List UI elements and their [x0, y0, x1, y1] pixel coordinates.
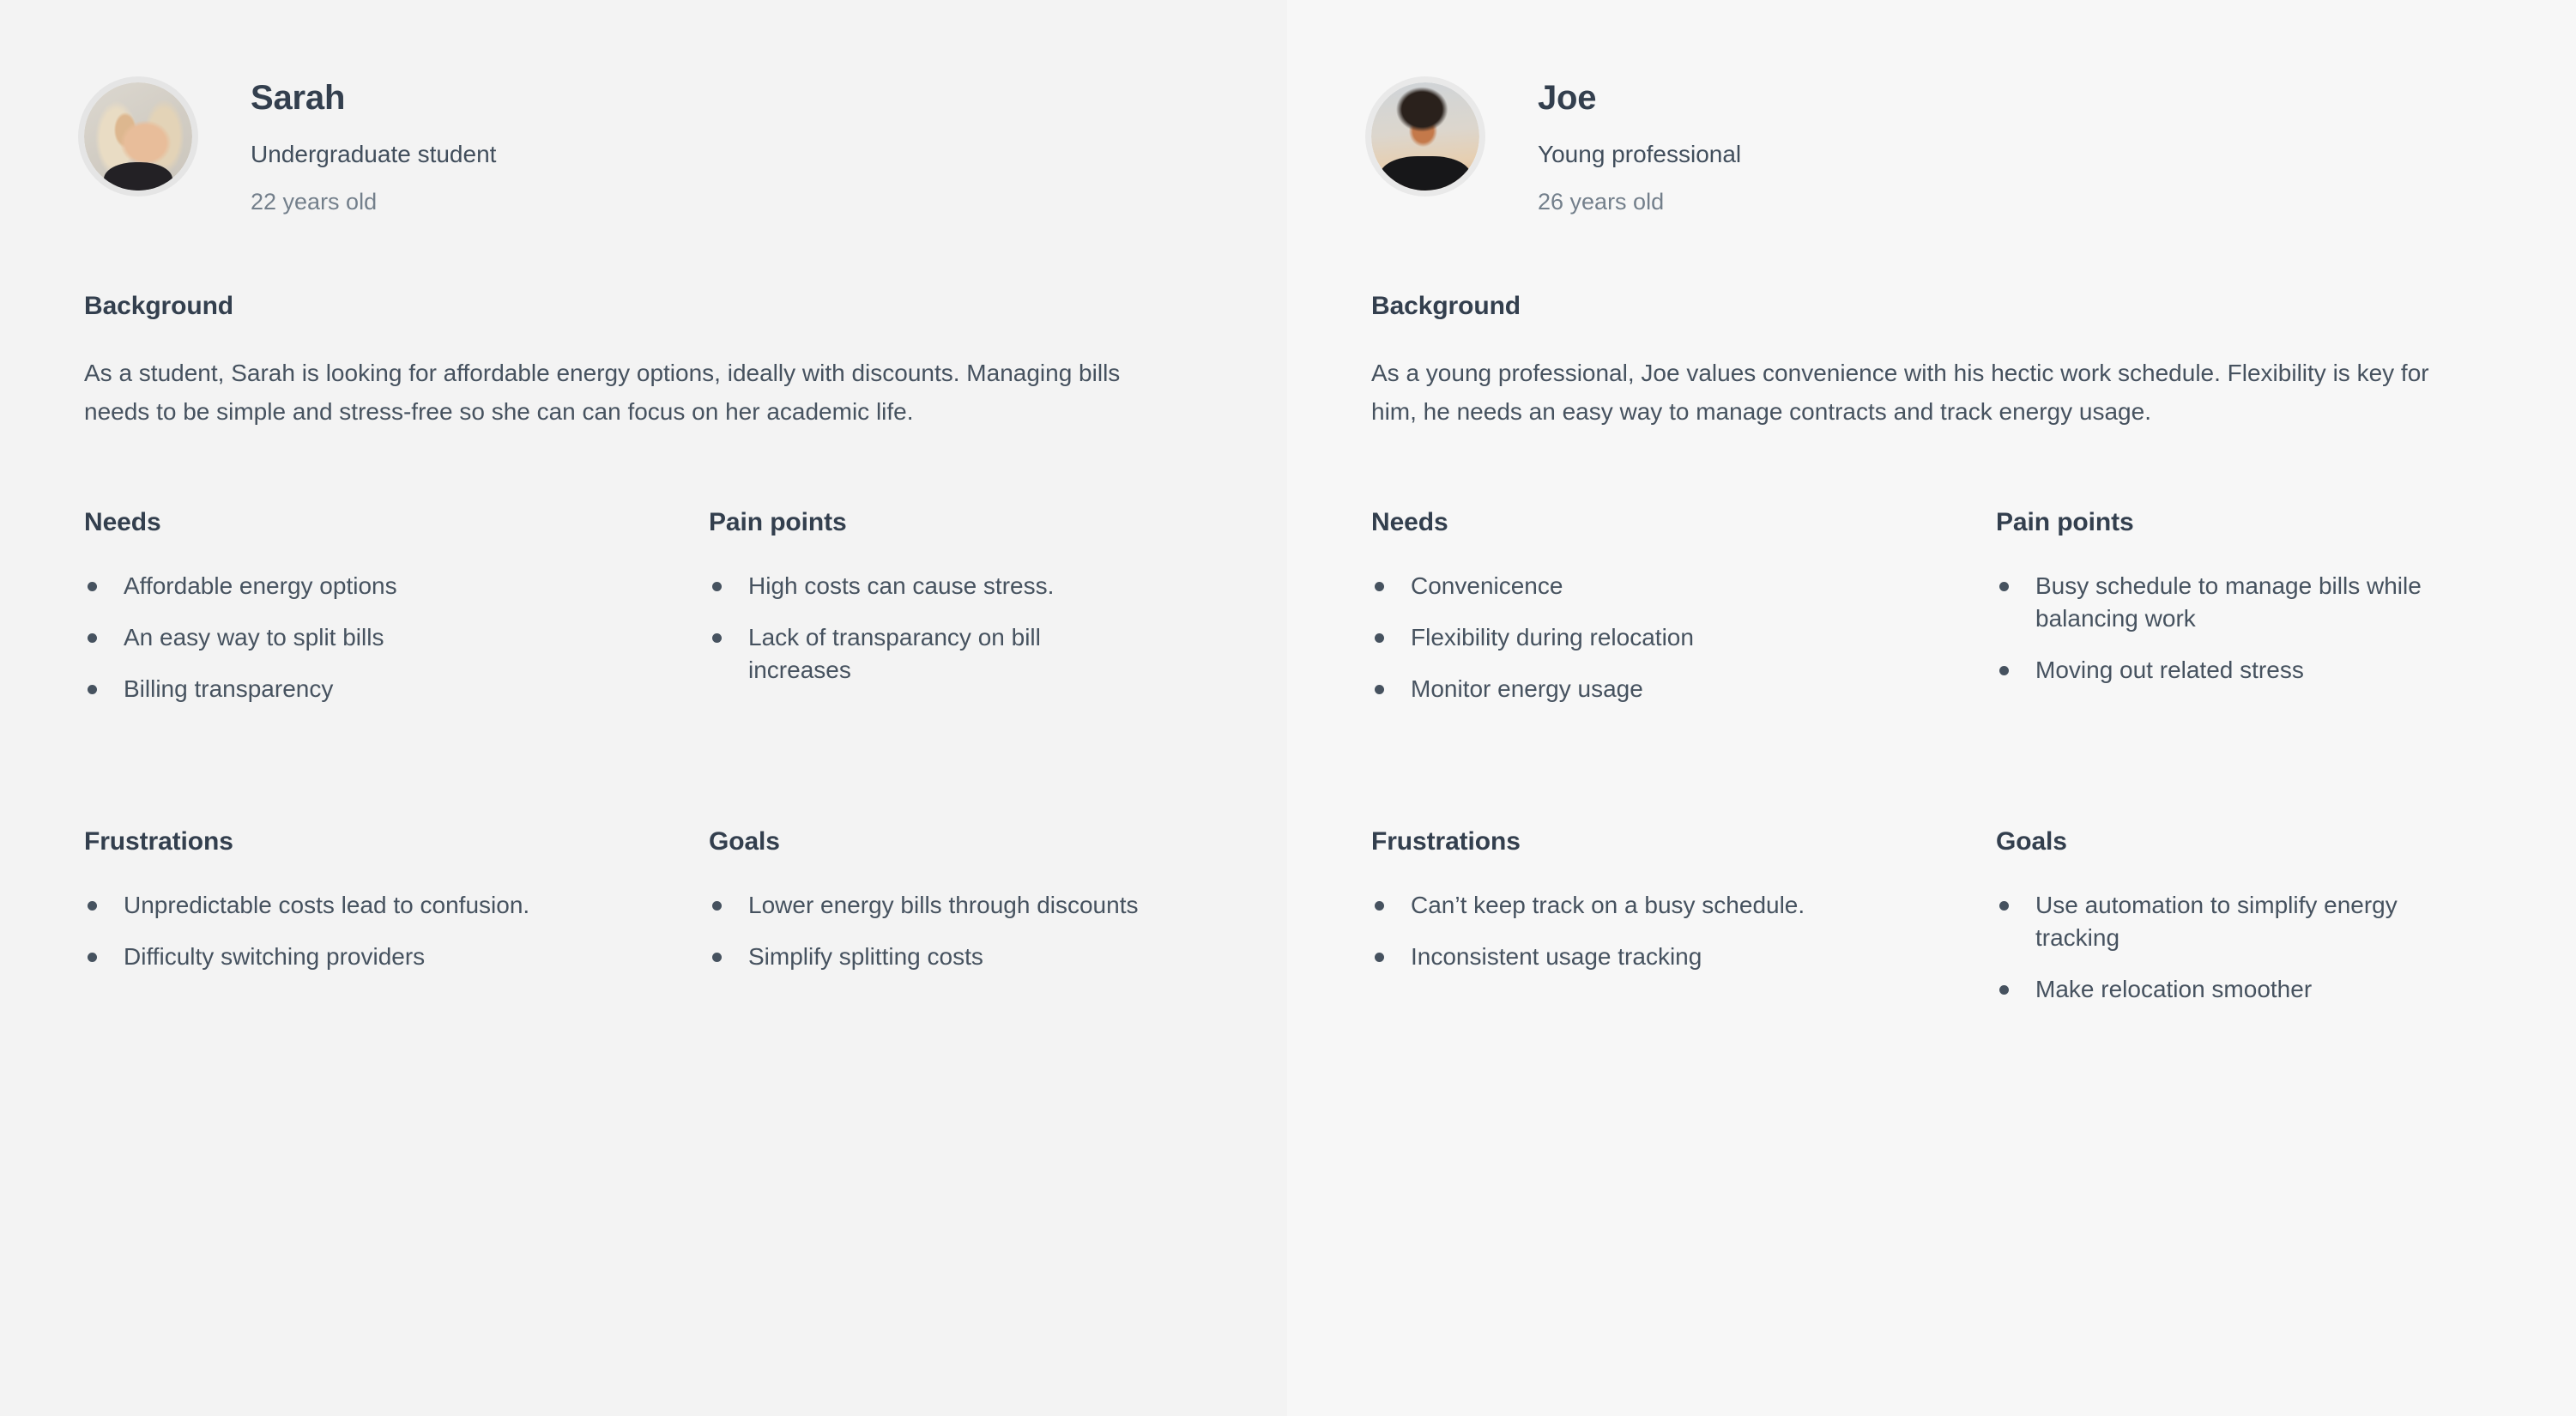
needs-section: Needs Convenicence Flexibility during re…	[1371, 508, 1996, 724]
persona-name: Sarah	[251, 79, 346, 117]
avatar	[84, 82, 192, 191]
list-item: Can’t keep track on a busy schedule.	[1371, 889, 1817, 922]
background-heading: Background	[84, 292, 234, 320]
avatar	[1371, 82, 1479, 191]
pain-points-heading: Pain points	[709, 507, 847, 536]
background-section: Background As a student, Sarah is lookin…	[84, 292, 1193, 432]
frustrations-heading: Frustrations	[84, 826, 233, 856]
persona-comparison-board: Sarah Undergraduate student 22 years old…	[0, 0, 2576, 1416]
goals-list: Use automation to simplify energy tracki…	[1996, 889, 2511, 1006]
list-item: Simplify splitting costs	[709, 941, 1146, 973]
goals-list: Lower energy bills through discounts Sim…	[709, 889, 1224, 973]
frustrations-section: Frustrations Unpredictable costs lead to…	[84, 827, 709, 992]
list-item: Difficulty switching providers	[84, 941, 530, 973]
persona-panel-joe: Joe Young professional 26 years old Back…	[1287, 0, 2576, 1416]
persona-identity: Sarah Undergraduate student 22 years old	[192, 76, 496, 215]
list-item: Affordable energy options	[84, 570, 530, 602]
persona-age: 26 years old	[1538, 188, 1665, 215]
background-section: Background As a young professional, Joe …	[1371, 292, 2482, 432]
background-heading: Background	[1371, 292, 1521, 320]
frustrations-goals-row: Frustrations Can’t keep track on a busy …	[1371, 827, 2482, 1025]
list-item: Lower energy bills through discounts	[709, 889, 1146, 922]
avatar-photo-sarah	[84, 82, 192, 191]
list-item: Convenicence	[1371, 570, 1817, 602]
needs-section: Needs Affordable energy options An easy …	[84, 508, 709, 724]
list-item: High costs can cause stress.	[709, 570, 1146, 602]
goals-heading: Goals	[709, 826, 780, 856]
needs-painpoints-row: Needs Affordable energy options An easy …	[84, 508, 1193, 724]
pain-points-section: Pain points High costs can cause stress.…	[709, 508, 1224, 724]
pain-points-heading: Pain points	[1996, 507, 2134, 536]
needs-heading: Needs	[1371, 507, 1448, 536]
pain-points-list: Busy schedule to manage bills while bala…	[1996, 570, 2511, 687]
needs-list: Convenicence Flexibility during relocati…	[1371, 570, 1996, 705]
persona-identity: Joe Young professional 26 years old	[1479, 76, 1741, 215]
persona-name: Joe	[1538, 79, 1597, 117]
list-item: Use automation to simplify energy tracki…	[1996, 889, 2434, 954]
list-item: Lack of transparancy on bill increases	[709, 621, 1146, 687]
list-item: Unpredictable costs lead to confusion.	[84, 889, 530, 922]
pain-points-list: High costs can cause stress. Lack of tra…	[709, 570, 1224, 687]
persona-panel-sarah: Sarah Undergraduate student 22 years old…	[0, 0, 1287, 1416]
frustrations-list: Unpredictable costs lead to confusion. D…	[84, 889, 709, 973]
goals-section: Goals Lower energy bills through discoun…	[709, 827, 1224, 992]
background-text: As a young professional, Joe values conv…	[1371, 360, 2429, 426]
persona-role: Young professional	[1538, 141, 1742, 167]
list-item: Monitor energy usage	[1371, 673, 1817, 705]
persona-age: 22 years old	[251, 188, 378, 215]
list-item: An easy way to split bills	[84, 621, 530, 654]
frustrations-goals-row: Frustrations Unpredictable costs lead to…	[84, 827, 1193, 992]
frustrations-list: Can’t keep track on a busy schedule. Inc…	[1371, 889, 1996, 973]
persona-header: Sarah Undergraduate student 22 years old	[84, 76, 1193, 273]
list-item: Flexibility during relocation	[1371, 621, 1817, 654]
goals-heading: Goals	[1996, 826, 2067, 856]
frustrations-section: Frustrations Can’t keep track on a busy …	[1371, 827, 1996, 1025]
frustrations-heading: Frustrations	[1371, 826, 1521, 856]
background-text: As a student, Sarah is looking for affor…	[84, 360, 1121, 426]
list-item: Make relocation smoother	[1996, 973, 2434, 1006]
needs-heading: Needs	[84, 507, 161, 536]
pain-points-section: Pain points Busy schedule to manage bill…	[1996, 508, 2511, 724]
list-item: Busy schedule to manage bills while bala…	[1996, 570, 2434, 635]
needs-painpoints-row: Needs Convenicence Flexibility during re…	[1371, 508, 2482, 724]
list-item: Inconsistent usage tracking	[1371, 941, 1817, 973]
needs-list: Affordable energy options An easy way to…	[84, 570, 709, 705]
list-item: Billing transparency	[84, 673, 530, 705]
avatar-photo-joe	[1371, 82, 1479, 191]
list-item: Moving out related stress	[1996, 654, 2434, 687]
persona-header: Joe Young professional 26 years old	[1371, 76, 2482, 273]
persona-role: Undergraduate student	[251, 141, 497, 167]
goals-section: Goals Use automation to simplify energy …	[1996, 827, 2511, 1025]
